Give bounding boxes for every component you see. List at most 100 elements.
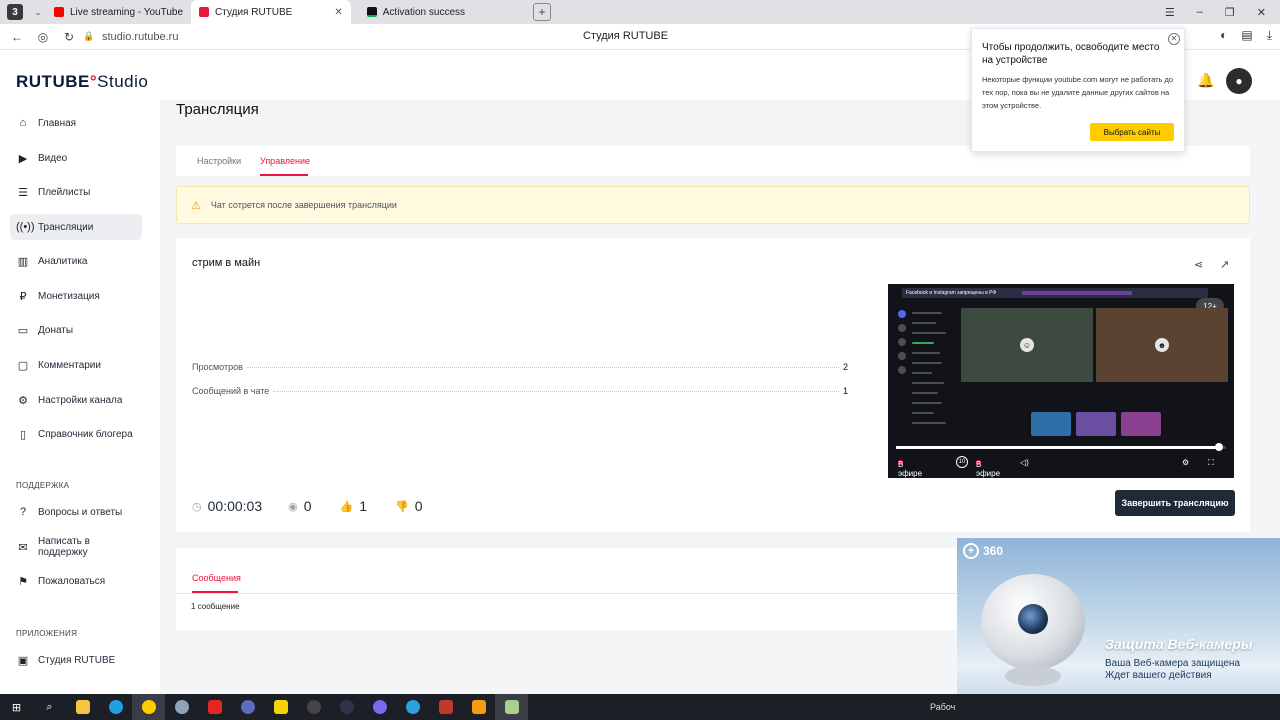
progress-bar[interactable] [896, 443, 1226, 451]
likes-value: 1 [359, 498, 368, 514]
volume-icon[interactable]: ◁) [1020, 458, 1029, 467]
protect-icon[interactable]: ◎ [30, 30, 56, 44]
edge-icon[interactable] [99, 694, 132, 720]
app-icon-14[interactable] [462, 694, 495, 720]
sidebar-item-label: Видео [38, 152, 68, 164]
new-tab-button[interactable]: + [533, 3, 552, 21]
tab-messages[interactable]: Сообщения [192, 573, 241, 583]
comment-icon: ▢ [17, 359, 29, 372]
app-icon-11[interactable] [363, 694, 396, 720]
app-icon-15[interactable] [495, 694, 528, 720]
game-card-3 [1121, 412, 1161, 436]
app-icon-7[interactable] [231, 694, 264, 720]
sidebar-item-faq[interactable]: ? Вопросы и ответы [10, 499, 142, 525]
external-link-icon[interactable]: ↗ [1220, 258, 1229, 271]
ad-headline: Защита Веб-камеры [1105, 636, 1253, 652]
activation-favicon-icon [366, 7, 377, 17]
home-icon: ⌂ [19, 117, 27, 129]
gear-icon: ⚙ [18, 394, 28, 407]
notifications-bell-icon[interactable]: 🔔 [1197, 72, 1214, 89]
yandex-browser-icon[interactable] [132, 694, 165, 720]
menu-icon[interactable]: ☰ [1165, 6, 1175, 19]
sidebar-item-comments[interactable]: ▢ Комментарии [10, 352, 142, 378]
url-field[interactable]: studio.rutube.ru [102, 31, 178, 43]
sidebar-item-report[interactable]: ⚑ Пожаловаться [10, 568, 142, 594]
tab-rutube-studio[interactable]: Студия RUTUBE ✕ [191, 0, 351, 24]
avatar[interactable]: ● [1226, 68, 1252, 94]
app-icon-8[interactable] [264, 694, 297, 720]
sidebar-item-studio-app[interactable]: ▣ Студия RUTUBE [10, 647, 142, 673]
progress-knob[interactable] [1215, 443, 1224, 451]
skip-back-icon[interactable]: 10 [956, 456, 968, 468]
download-icon[interactable]: ⤓ [1267, 28, 1272, 43]
sidebar-item-home[interactable]: ⌂ Главная [10, 110, 142, 136]
ad-line-2: Ждет вашего действия [1105, 670, 1212, 681]
stat-views: Просмотров 2 [192, 362, 848, 372]
settings-gear-icon[interactable]: ⚙ [1182, 458, 1189, 467]
active-tab-indicator [260, 174, 308, 176]
youtube-favicon-icon [54, 7, 64, 17]
rutube-studio-logo[interactable]: RUTUBE°Studio [16, 72, 148, 92]
yandex-icon[interactable] [198, 694, 231, 720]
flag-icon: ⚑ [18, 575, 28, 588]
close-tab-icon[interactable]: ✕ [334, 7, 342, 18]
chat-warning-banner: ⚠ Чат сотрется после завершения трансляц… [176, 186, 1250, 224]
tab-management[interactable]: Управление [260, 156, 310, 166]
sidebar-item-analytics[interactable]: ▥ Аналитика [10, 248, 142, 274]
thumbs-up-icon: 👍 [339, 500, 354, 513]
viewers-value: 0 [303, 498, 312, 514]
video-icon: ▶ [18, 152, 28, 165]
sidebar-item-playlists[interactable]: ☰ Плейлисты [10, 179, 142, 205]
question-icon: ? [19, 506, 27, 518]
messages-count: 1 сообщение [191, 602, 240, 611]
ad-line-1: Ваша Веб-камера защищена [1105, 658, 1240, 669]
sidebar-item-monetization[interactable]: ₽ Монетизация [10, 283, 142, 309]
choose-sites-button[interactable]: Выбрать сайты [1090, 123, 1174, 141]
browser-badge-icon[interactable]: 3 [0, 0, 30, 24]
tab-label: Студия RUTUBE [215, 6, 293, 18]
fullscreen-icon[interactable]: ⛶ [1208, 458, 1214, 468]
back-icon[interactable]: ← [4, 30, 30, 44]
dislikes-value: 0 [414, 498, 423, 514]
360-logo: +360 [963, 543, 1003, 559]
taskbar-desktop-label[interactable]: Рабоч [930, 702, 955, 712]
telegram-icon[interactable] [396, 694, 429, 720]
sidebar-item-label: Написать в поддержку [37, 536, 90, 558]
close-window-icon[interactable]: ✕ [1257, 6, 1266, 19]
browser-tabbar: 3 ⌄ Live streaming - YouTube Студия RUTU… [0, 0, 1280, 24]
tab-activation[interactable]: Activation success [359, 0, 473, 24]
collections-icon[interactable]: ▤ [1241, 28, 1252, 43]
tab-youtube[interactable]: Live streaming - YouTube [46, 0, 191, 24]
end-stream-button[interactable]: Завершить трансляцию [1115, 490, 1235, 516]
webcam-protection-popup[interactable]: +360 Защита Веб-камеры Ваша Веб-камера з… [957, 538, 1280, 720]
stat-value: 2 [842, 362, 848, 372]
sidebar-item-blogger-guide[interactable]: ▯ Справочник блогера [10, 421, 142, 447]
sidebar-item-channel-settings[interactable]: ⚙ Настройки канала [10, 387, 142, 413]
sidebar-item-broadcasts[interactable]: ((•)) Трансляции [10, 214, 142, 240]
sidebar-item-label: Комментарии [38, 359, 101, 371]
warning-text: Чат сотрется после завершения трансляции [210, 200, 397, 210]
share-icon[interactable]: ⋖ [1194, 258, 1203, 271]
sidebar-item-donations[interactable]: ▭ Донаты [10, 317, 142, 343]
tab-settings[interactable]: Настройки [197, 156, 241, 166]
app-icon-13[interactable] [429, 694, 462, 720]
tab-list-chevron-icon[interactable]: ⌄ [30, 7, 46, 18]
sidebar-item-video[interactable]: ▶ Видео [10, 145, 142, 171]
stream-player[interactable]: Facebook и Instagram запрещены в РФ 12+ … [888, 284, 1234, 478]
start-icon[interactable]: ⊞ [0, 694, 33, 720]
minimize-icon[interactable]: – [1197, 6, 1203, 18]
search-icon[interactable]: ⌕ [33, 694, 66, 720]
viewer-icon: ◉ [288, 500, 298, 513]
sidebar-item-contact-support[interactable]: ✉ Написать в поддержку [10, 534, 142, 560]
explorer-icon[interactable] [66, 694, 99, 720]
reload-icon[interactable]: ↻ [56, 30, 82, 44]
app-icon-10[interactable] [330, 694, 363, 720]
restore-icon[interactable]: ❐ [1225, 6, 1235, 19]
video-tile-1: ☺ [961, 308, 1093, 382]
app-icon-5[interactable] [165, 694, 198, 720]
likes-metric: 👍 1 [340, 498, 368, 514]
sidebar-item-label: Справочник блогера [38, 428, 133, 440]
participant-icon: ☺ [1020, 338, 1034, 352]
app-icon-9[interactable] [297, 694, 330, 720]
extension-icon[interactable]: ◐ [1220, 28, 1227, 43]
